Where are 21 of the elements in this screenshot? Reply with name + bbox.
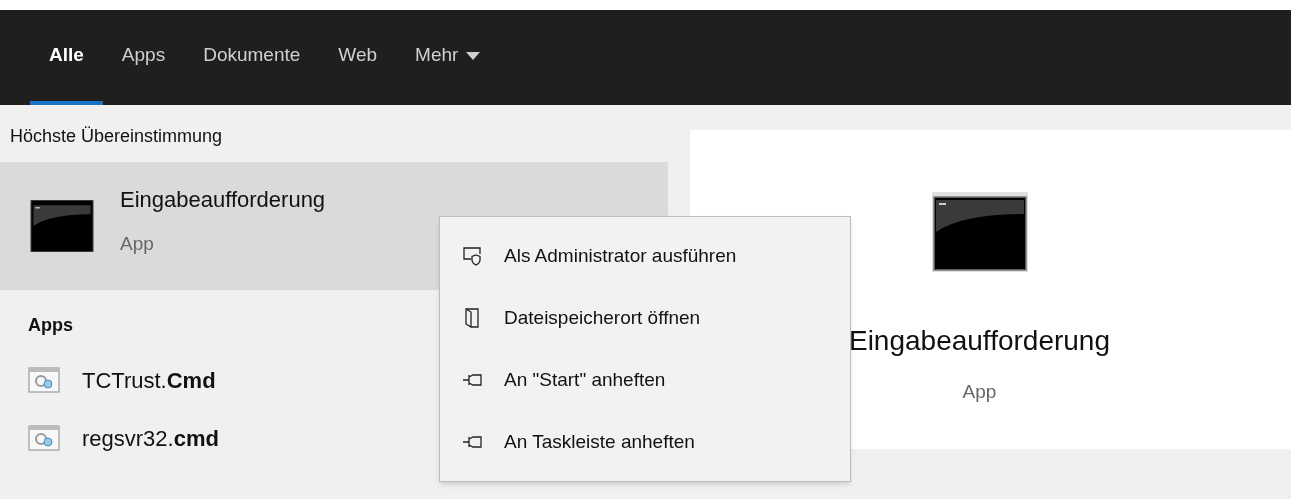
app-name: regsvr32.cmd — [82, 424, 219, 453]
caret-icon — [466, 51, 481, 60]
shield-icon — [462, 245, 484, 267]
script-file-icon — [28, 425, 60, 451]
menu-item[interactable]: An "Start" anheften — [440, 349, 850, 411]
menu-item[interactable]: An Taskleiste anheften — [440, 411, 850, 473]
preview-title: Eingabeaufforderung — [848, 324, 1110, 358]
script-file-icon — [28, 367, 60, 393]
menu-item[interactable]: Dateispeicherort öffnen — [440, 287, 850, 349]
section-heading: Apps — [28, 314, 73, 337]
filter-tab[interactable]: Dokumente — [184, 10, 320, 105]
terminal-icon — [931, 192, 1028, 272]
app-name: TCTrust.Cmd — [82, 366, 216, 395]
filter-tab[interactable]: Apps — [102, 10, 185, 105]
filter-tab[interactable]: Mehr — [396, 10, 500, 105]
filter-tab[interactable]: Web — [319, 10, 397, 105]
preview-subtitle: App — [962, 380, 997, 404]
terminal-icon — [30, 200, 94, 252]
section-heading: Höchste Übereinstimmung — [10, 125, 223, 148]
result-subtitle: App — [120, 232, 155, 257]
result-title: Eingabeaufforderung — [120, 186, 326, 215]
